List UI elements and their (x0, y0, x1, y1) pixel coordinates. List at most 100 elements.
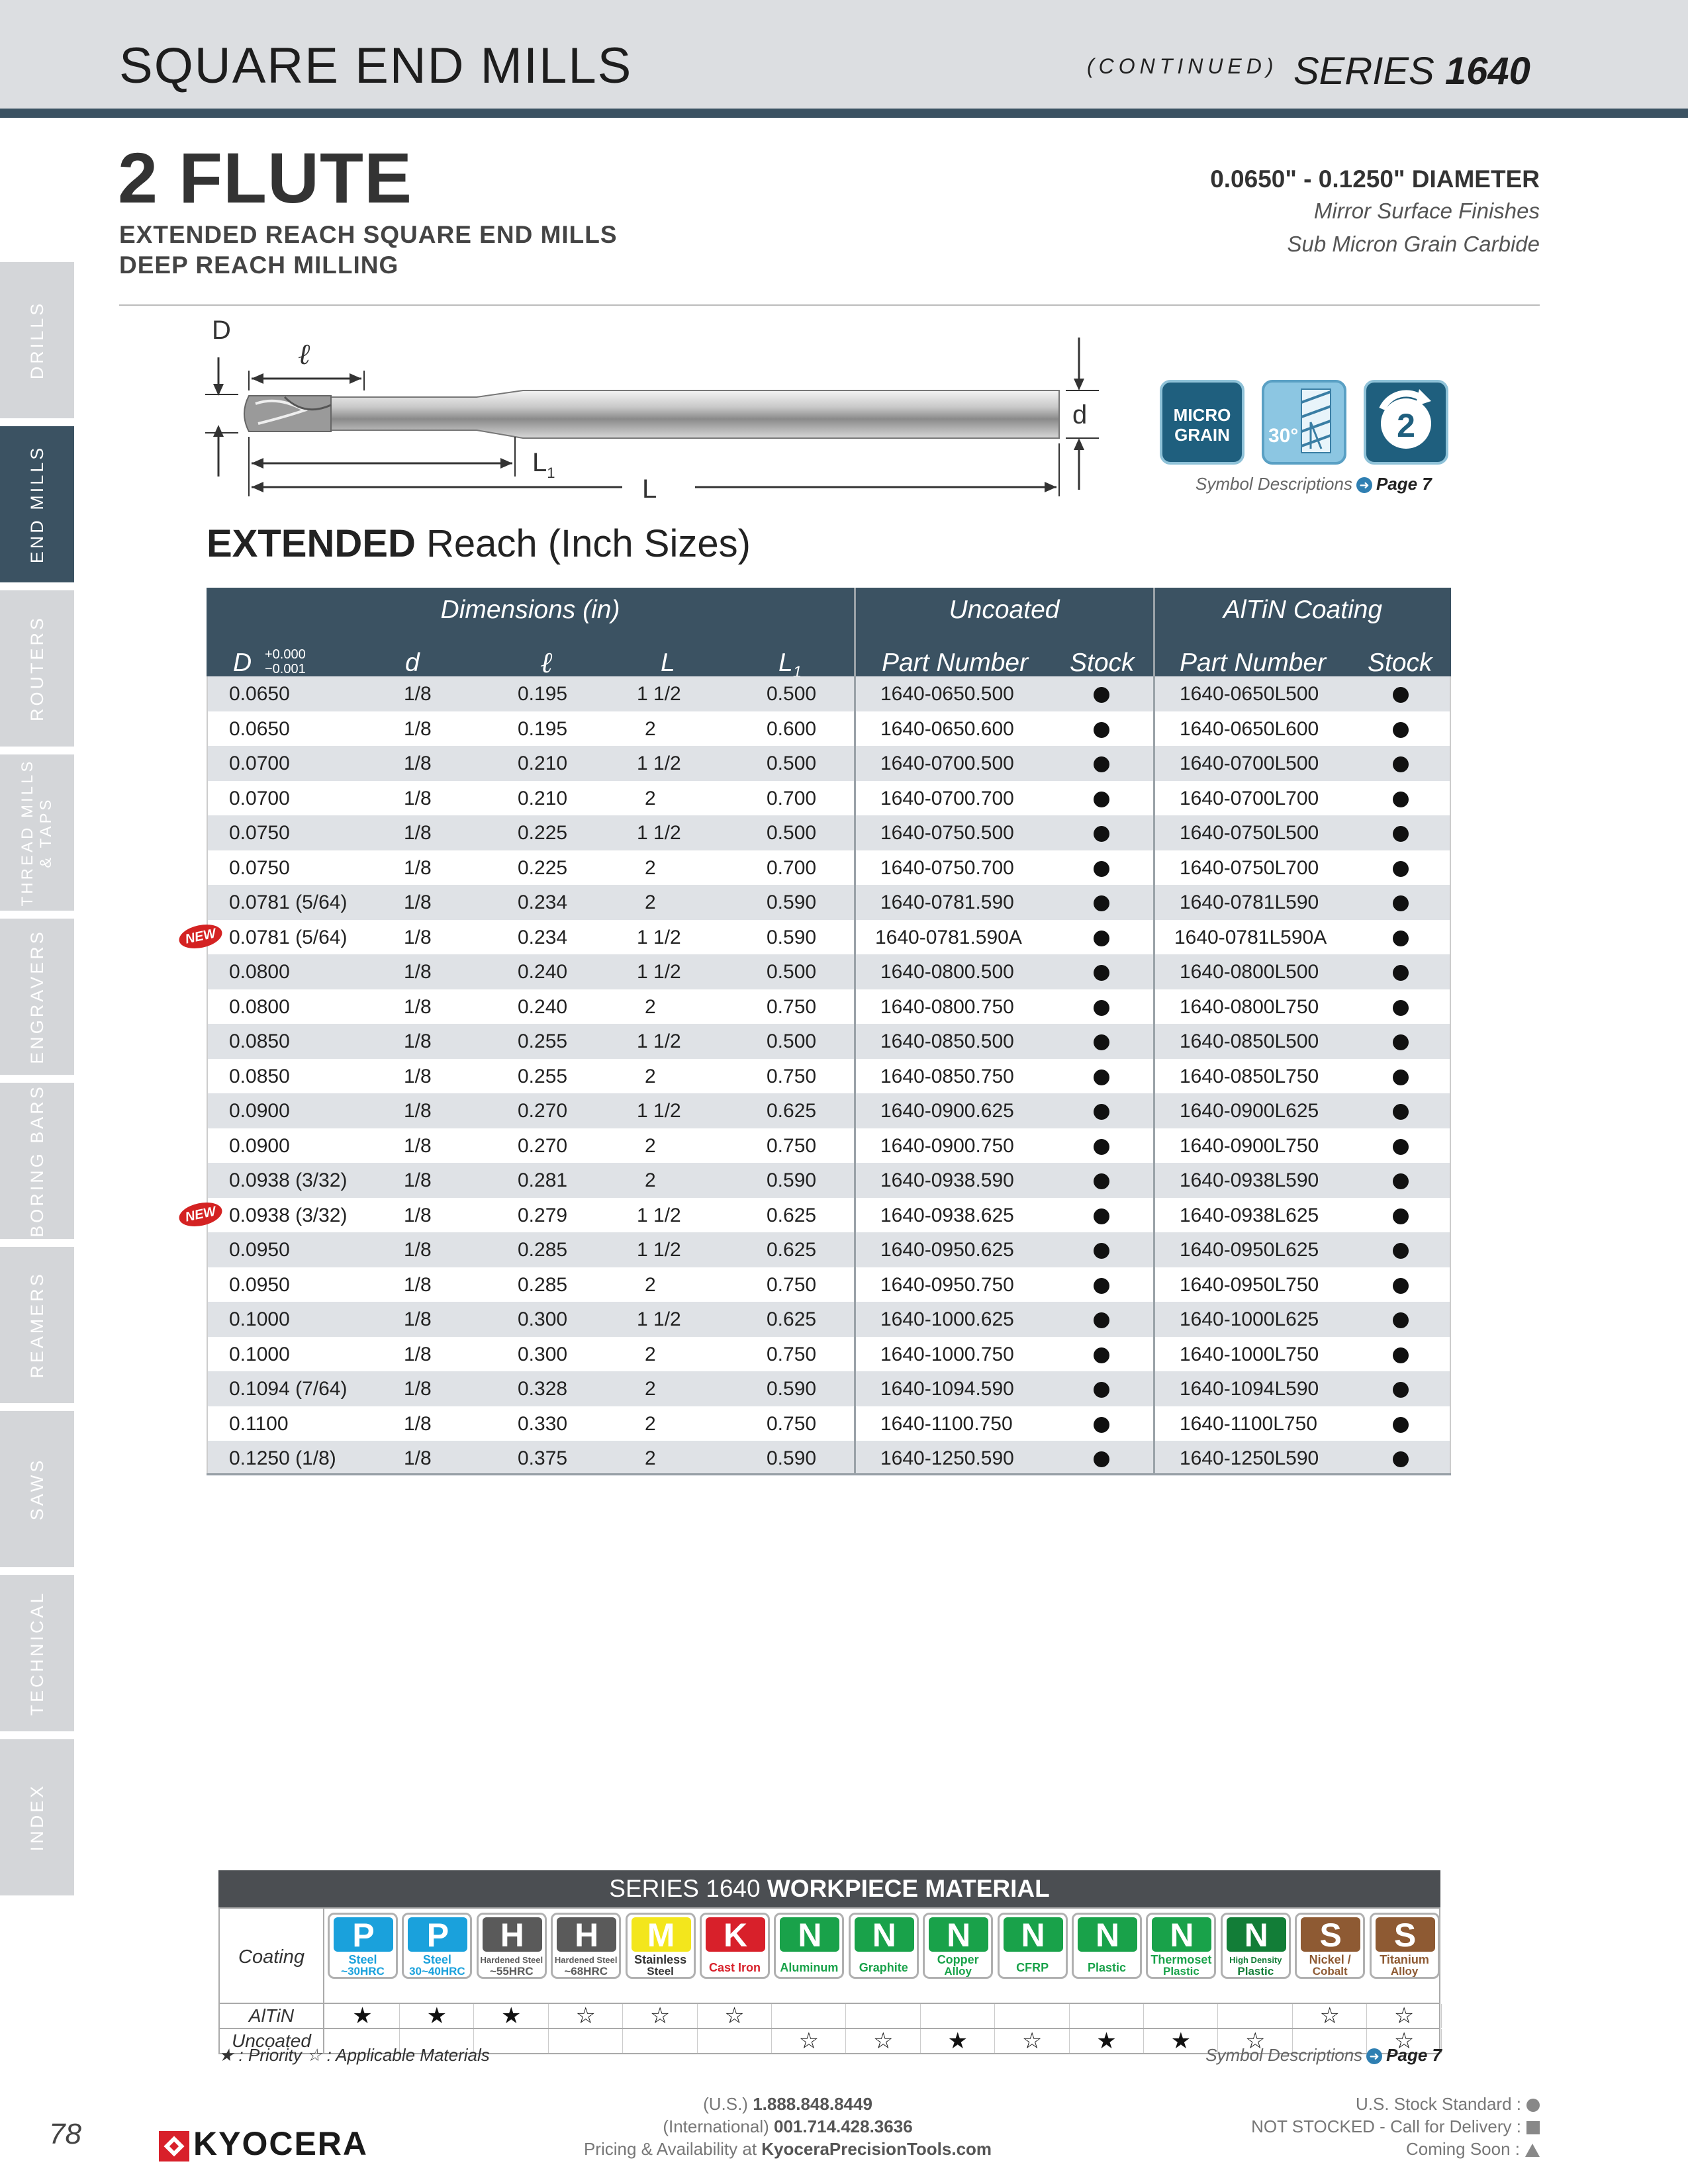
cell-l: 0.300 (518, 1343, 568, 1365)
material-name: CFRP (1016, 1961, 1049, 1974)
cell-D: 0.0700 (229, 752, 290, 774)
cell-pn: 1640-0800.500 (880, 961, 1014, 983)
material-letter: S (1375, 1917, 1435, 1953)
cell-D: 0.0781 (5/64) (229, 926, 348, 948)
stock-dot-altin (1393, 1138, 1409, 1155)
cell-D: 0.0650 (229, 683, 290, 705)
stock-dot-altin (1393, 965, 1409, 981)
cell-L: 1 1/2 (637, 1030, 681, 1052)
cell-pn2: 1640-0938L625 (1180, 1204, 1319, 1226)
cell-pn: 1640-0750.700 (880, 856, 1014, 879)
cell-d: 1/8 (404, 1273, 432, 1296)
cell-pn2: 1640-0850L500 (1180, 1030, 1319, 1052)
tab-technical[interactable]: TECHNICAL (0, 1575, 74, 1735)
cell-L1: 0.700 (767, 787, 817, 809)
cell-pn2: 1640-0900L625 (1180, 1100, 1319, 1122)
table-bottom-rule (207, 1473, 1451, 1475)
stock-dot-uncoated (1094, 1312, 1109, 1328)
tab-reamers[interactable]: REAMERS (0, 1247, 74, 1407)
cell-pn2: 1640-0700L700 (1180, 787, 1319, 809)
uncoated-rating-7: ☆ (847, 2029, 921, 2053)
symbol-descriptions-link[interactable]: Symbol Descriptions ➜ Page 7 (1196, 474, 1432, 494)
cell-pn: 1640-1094.590 (880, 1378, 1014, 1400)
micro-grain-badge: MICRO GRAIN (1160, 380, 1244, 465)
uncoated-rating-9: ☆ (996, 2029, 1070, 2053)
material-graphite-icon: N Graphite (848, 1913, 919, 1979)
cell-L: 2 (645, 1378, 656, 1400)
material-stainless-icon: M Stainless Steel (625, 1913, 696, 1979)
tab-label: DRILLS (27, 300, 47, 380)
uncoated-rating-4 (624, 2029, 698, 2053)
cell-L1: 0.500 (767, 683, 817, 705)
tab-index[interactable]: INDEX (0, 1739, 74, 1899)
website-link[interactable]: KyoceraPrecisionTools.com (761, 2139, 992, 2159)
cell-l: 0.225 (518, 822, 568, 844)
cell-d: 1/8 (404, 1308, 432, 1330)
cell-L: 2 (645, 1343, 656, 1365)
cell-l: 0.240 (518, 995, 568, 1018)
symbol-descriptions-link-2[interactable]: Symbol Descriptions ➜ Page 7 (1205, 2045, 1442, 2066)
cell-L1: 0.625 (767, 1204, 817, 1226)
cell-pn: 1640-0950.750 (880, 1273, 1014, 1296)
material-letter: N (854, 1917, 914, 1953)
tool-shank (248, 390, 1060, 439)
cell-d: 1/8 (404, 926, 432, 948)
cell-l: 0.255 (518, 1030, 568, 1052)
cell-pn: 1640-0900.625 (880, 1100, 1014, 1122)
page-title: SQUARE END MILLS (119, 38, 633, 94)
altin-rating-13: ☆ (1293, 2004, 1368, 2028)
cell-D: 0.0938 (3/32) (229, 1204, 348, 1226)
arrow-right-icon: ➜ (1356, 477, 1372, 494)
material-letter: K (706, 1917, 765, 1953)
tab-end-mills[interactable]: END MILLS (0, 426, 74, 586)
tab-routers[interactable]: ROUTERS (0, 590, 74, 751)
cell-d: 1/8 (404, 1134, 432, 1157)
stock-dot-altin (1393, 1034, 1409, 1050)
stock-dot-altin (1393, 687, 1409, 703)
cell-D: 0.0900 (229, 1134, 290, 1157)
stock-dot-altin (1393, 895, 1409, 911)
col-header-d: d (405, 649, 420, 677)
rating-legend: ★ : Priority ☆ : Applicable Materials (218, 2045, 490, 2065)
cell-D: 0.0781 (5/64) (229, 891, 348, 913)
stock-dot-altin (1393, 1069, 1409, 1085)
table-row: 0.1000 1/8 0.300 2 0.750 1640-1000.750 1640-10… (207, 1337, 1451, 1372)
series-label: SERIES 1640 (1293, 49, 1530, 93)
stock-dot-uncoated (1094, 1243, 1109, 1259)
cell-l: 0.195 (518, 683, 568, 705)
cell-pn: 1640-0938.590 (880, 1169, 1014, 1191)
material-steel-icon: P Steel ~30HRC (328, 1913, 398, 1979)
col-header-L: L (661, 649, 675, 677)
cell-l: 0.270 (518, 1134, 568, 1157)
cell-D: 0.0650 (229, 717, 290, 740)
tab-drills[interactable]: DRILLS (0, 262, 74, 422)
cell-L: 2 (645, 717, 656, 740)
table-row: 0.0650 1/8 0.195 1 1/2 0.500 1640-0650.500 164… (207, 676, 1451, 711)
tab-saws[interactable]: SAWS (0, 1411, 74, 1571)
material-name: Nickel / Cobalt (1309, 1953, 1351, 1978)
flute-count-badge: 2 (1364, 380, 1448, 465)
cell-D: 0.1250 (1/8) (229, 1447, 336, 1469)
circle-icon (1526, 2099, 1540, 2113)
table-row: 0.1100 1/8 0.330 2 0.750 1640-1100.750 1640-11… (207, 1406, 1451, 1441)
cell-l: 0.225 (518, 856, 568, 879)
material-name: Steel 30~40HRC (409, 1953, 465, 1978)
tab-boring-bars[interactable]: BORING BARS (0, 1083, 74, 1243)
table-row: 0.1094 (7/64) 1/8 0.328 2 0.590 1640-1094.590… (207, 1371, 1451, 1406)
uncoated-rating-5 (698, 2029, 772, 2053)
cell-L1: 0.500 (767, 961, 817, 983)
material-hardened-steel-icon: H Hardened Steel ~68HRC (551, 1913, 622, 1979)
cell-l: 0.328 (518, 1378, 568, 1400)
cell-l: 0.210 (518, 787, 568, 809)
cell-d: 1/8 (404, 1030, 432, 1052)
cell-pn: 1640-1250.590 (880, 1447, 1014, 1469)
cell-pn: 1640-0700.500 (880, 752, 1014, 774)
us-phone-line: (U.S.) 1.888.848.8449 (703, 2094, 872, 2114)
tab-thread-mills-taps[interactable]: THREAD MILLS & TAPS (0, 754, 74, 915)
stock-dot-uncoated (1094, 791, 1109, 807)
stock-dot-altin (1393, 826, 1409, 842)
cell-pn: 1640-0900.750 (880, 1134, 1014, 1157)
material-copper-icon: N Copper Alloy (923, 1913, 994, 1979)
tab-engravers[interactable]: ENGRAVERS (0, 919, 74, 1079)
material-letter: M (631, 1917, 691, 1953)
